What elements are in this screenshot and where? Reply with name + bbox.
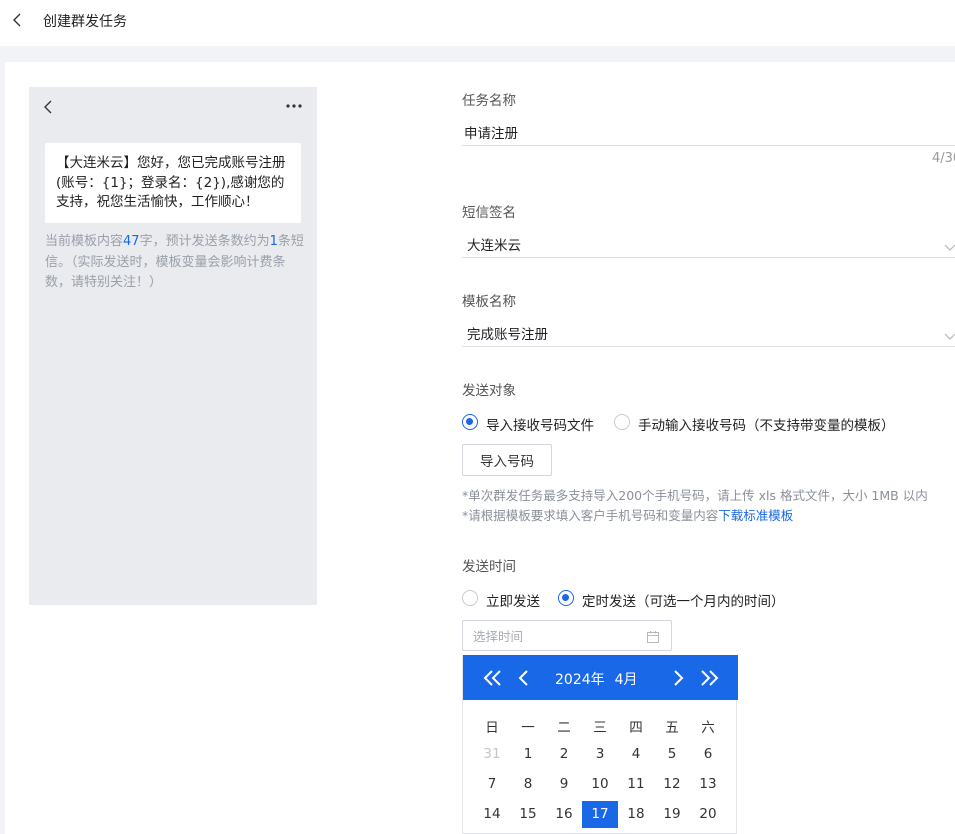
weekday-label: 二 <box>557 720 571 736</box>
weekday-label: 日 <box>485 720 499 736</box>
weekday-label: 三 <box>593 720 607 736</box>
preview-tip: 当前模板内容47字，预计发送条数约为1条短信。（实际发送时，模板变量会影响计费条… <box>45 232 307 294</box>
calendar-month[interactable]: 4月 <box>615 672 638 688</box>
tip-message-count: 1 <box>269 234 278 249</box>
calendar-day[interactable]: 16 <box>546 801 582 828</box>
radio-import-file[interactable] <box>462 414 478 430</box>
calendar-year[interactable]: 2024年 <box>555 672 605 688</box>
radio-scheduled[interactable] <box>558 590 574 606</box>
sms-message-bubble: 【大连米云】您好，您已完成账号注册(账号：{1}；登录名：{2}),感谢您的支持… <box>45 143 301 223</box>
radio-send-now[interactable] <box>462 590 478 606</box>
radio-import-file-label[interactable]: 导入接收号码文件 <box>486 414 594 434</box>
calendar-day[interactable]: 8 <box>510 771 546 798</box>
calendar-day[interactable]: 6 <box>690 741 726 768</box>
tip-char-count: 47 <box>123 234 140 249</box>
preview-back-icon <box>41 97 57 117</box>
tip-prefix: 当前模板内容 <box>45 234 124 249</box>
task-name-label: 任务名称 <box>462 93 516 109</box>
calendar-day[interactable]: 4 <box>618 741 654 768</box>
radio-manual-input-label[interactable]: 手动输入接收号码（不支持带变量的模板） <box>638 414 895 434</box>
weekday-label: 四 <box>629 720 643 736</box>
target-label: 发送对象 <box>462 383 516 399</box>
radio-manual-input[interactable] <box>614 414 630 430</box>
weekday-label: 六 <box>701 720 715 736</box>
signature-select[interactable]: 大连米云 <box>467 234 521 254</box>
calendar-day[interactable]: 2 <box>546 741 582 768</box>
chevron-down-icon[interactable] <box>943 238 955 251</box>
left-gutter <box>0 62 5 834</box>
prev-year-icon[interactable] <box>480 667 506 689</box>
tip-middle: 字，预计发送条数约为 <box>139 234 270 249</box>
calendar-day[interactable]: 12 <box>654 771 690 798</box>
calendar-day[interactable]: 3 <box>582 741 618 768</box>
calendar-day[interactable]: 19 <box>654 801 690 828</box>
calendar-day[interactable]: 15 <box>510 801 546 828</box>
calendar-day[interactable]: 20 <box>690 801 726 828</box>
date-picker-field[interactable] <box>462 620 672 651</box>
weekday-label: 五 <box>665 720 679 736</box>
calendar-title[interactable]: 2024年 4月 <box>555 669 638 689</box>
signature-underline <box>462 257 955 258</box>
next-year-icon[interactable] <box>696 667 722 689</box>
calendar-day[interactable]: 7 <box>474 771 510 798</box>
calendar-day[interactable]: 1 <box>510 741 546 768</box>
prev-month-icon[interactable] <box>512 667 538 689</box>
task-name-counter: 4/30 <box>932 151 955 166</box>
top-bar: 创建群发任务 <box>0 0 955 46</box>
calendar-day[interactable]: 13 <box>690 771 726 798</box>
calendar-day[interactable]: 10 <box>582 771 618 798</box>
calendar-day[interactable]: 31 <box>474 741 510 768</box>
calendar-day-selected[interactable]: 17 <box>582 801 618 828</box>
signature-label: 短信签名 <box>462 205 516 221</box>
template-hint: *请根据模板要求填入客户手机号码和变量内容下载标准模板 <box>462 505 793 524</box>
task-name-input[interactable]: 申请注册 <box>464 122 518 142</box>
radio-send-now-label[interactable]: 立即发送 <box>486 590 540 610</box>
template-underline <box>462 346 955 347</box>
chevron-down-icon[interactable] <box>943 327 955 340</box>
divider-band <box>0 46 955 62</box>
send-time-label: 发送时间 <box>462 559 516 575</box>
back-arrow-icon[interactable] <box>8 10 28 30</box>
calendar-day[interactable]: 5 <box>654 741 690 768</box>
next-month-icon[interactable] <box>666 667 692 689</box>
radio-scheduled-label[interactable]: 定时发送（可选一个月内的时间） <box>582 590 785 610</box>
task-name-underline <box>462 145 955 146</box>
calendar-popup: 2024年 4月 日一二三四五六 31 1 2 3 4 5 6 7 8 9 10 11 12 13 14 15 1… <box>462 655 738 834</box>
template-hint-text: *请根据模板要求填入客户手机号码和变量内容 <box>462 508 719 523</box>
more-dots-icon <box>284 97 304 115</box>
sms-preview-panel: 【大连米云】您好，您已完成账号注册(账号：{1}；登录名：{2}),感谢您的支持… <box>29 87 317 605</box>
template-select[interactable]: 完成账号注册 <box>467 323 548 343</box>
calendar-header: 2024年 4月 <box>463 655 738 700</box>
calendar-icon[interactable] <box>646 629 660 643</box>
calendar-day[interactable]: 14 <box>474 801 510 828</box>
download-template-link[interactable]: 下载标准模板 <box>718 508 793 523</box>
page-title: 创建群发任务 <box>43 14 127 30</box>
calendar-day[interactable]: 11 <box>618 771 654 798</box>
calendar-day[interactable]: 18 <box>618 801 654 828</box>
date-input[interactable] <box>473 627 633 645</box>
template-label: 模板名称 <box>462 294 516 310</box>
import-numbers-button[interactable]: 导入号码 <box>462 444 552 476</box>
import-hint: *单次群发任务最多支持导入200个手机号码，请上传 xls 格式文件，大小 1M… <box>462 488 928 503</box>
calendar-day[interactable]: 9 <box>546 771 582 798</box>
weekday-label: 一 <box>521 720 535 736</box>
